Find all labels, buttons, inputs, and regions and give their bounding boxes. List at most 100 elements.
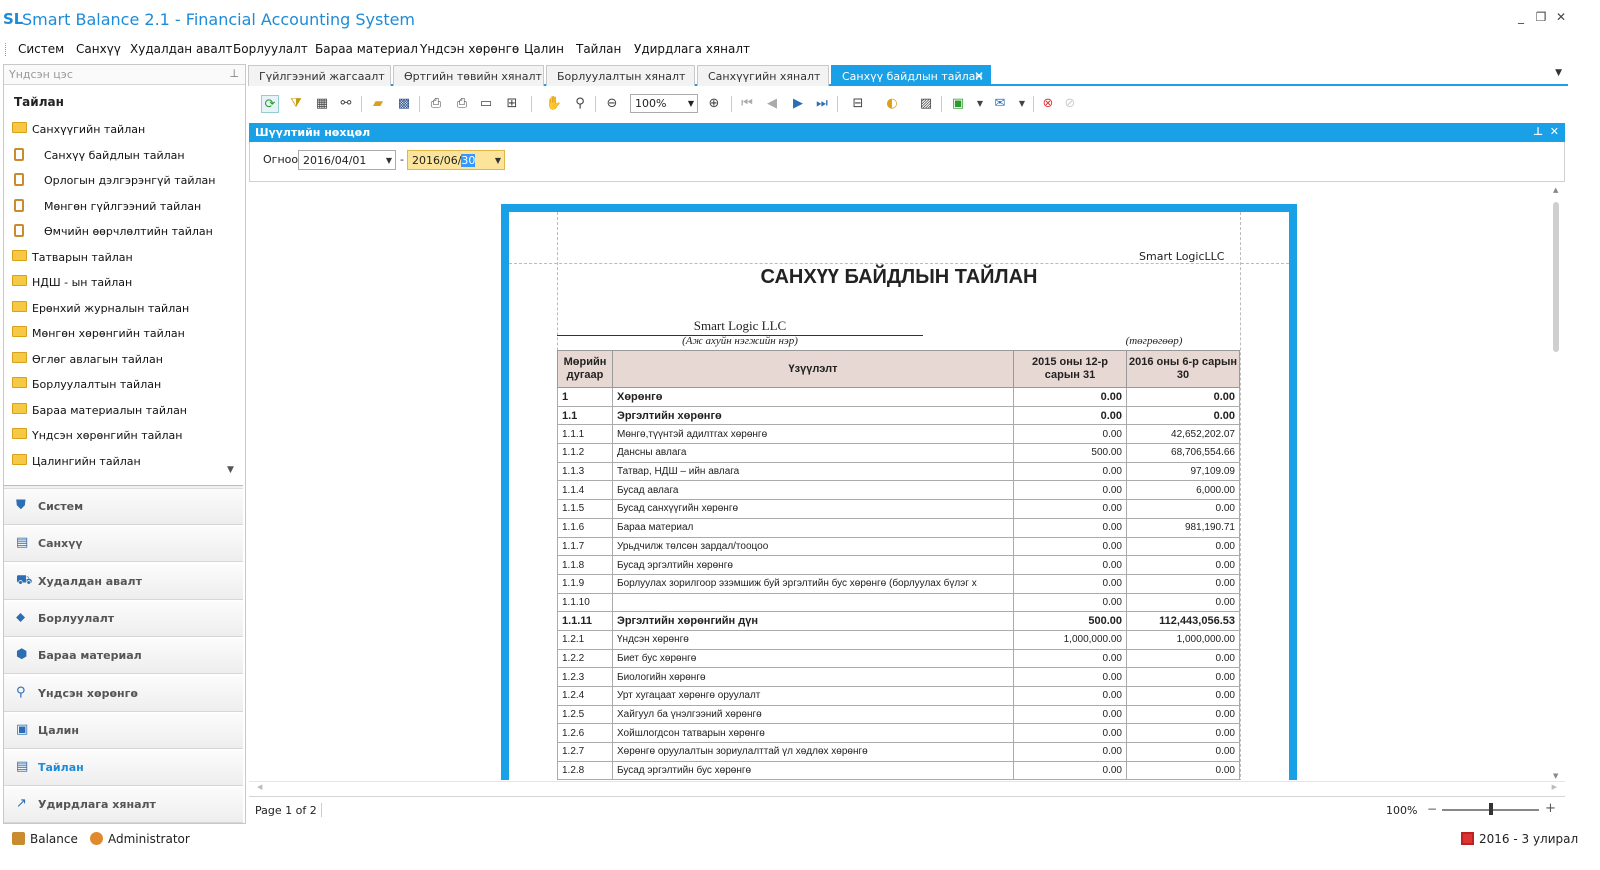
scale-icon[interactable]: ⊞: [503, 95, 521, 113]
tree-item[interactable]: Цалингийн тайлан: [4, 451, 243, 473]
scroll-up-icon[interactable]: ▲: [1553, 186, 1558, 194]
scroll-down-icon[interactable]: ▼: [1553, 772, 1558, 780]
date-separator: -: [400, 153, 404, 166]
folder-icon: [12, 402, 27, 414]
app-title: Smart Balance 2.1 - Financial Accounting…: [22, 10, 416, 29]
page-setup-icon[interactable]: ▭: [477, 95, 495, 113]
hand-tool-icon[interactable]: ✋: [545, 95, 563, 113]
row-number-cell: 1.2.8: [557, 760, 613, 780]
tree-item[interactable]: Өмчийн өөрчлөлтийн тайлан: [4, 221, 243, 243]
tree-item[interactable]: Үндсэн хөрөнгийн тайлан: [4, 425, 243, 447]
open-icon[interactable]: ▰: [369, 95, 387, 113]
tree-item[interactable]: НДШ - ын тайлан: [4, 272, 243, 294]
tab[interactable]: Өртгийн төвийн хяналт: [393, 65, 544, 86]
filter-icon[interactable]: ⧩: [287, 95, 305, 113]
first-page-icon[interactable]: ⏮: [738, 95, 756, 113]
indicator-cell: Борлуулах зорилгоор эзэмшиж буй эргэлтий…: [612, 573, 1014, 594]
tree-item[interactable]: Борлуулалтын тайлан: [4, 374, 243, 396]
refresh-icon[interactable]: ⟳: [261, 95, 279, 113]
export-icon[interactable]: ▣: [949, 95, 967, 113]
nav-button[interactable]: ▤ Тайлан: [4, 750, 243, 787]
tree-item[interactable]: Татварын тайлан: [4, 247, 243, 269]
menu-purchase[interactable]: Худалдан авалт: [130, 42, 232, 56]
tab[interactable]: Санхүү байдлын тайлан ✕: [831, 65, 991, 86]
pin-icon[interactable]: ⊥: [1533, 125, 1543, 138]
tree-item[interactable]: Мөнгөн гүйлгээний тайлан: [4, 196, 243, 218]
menu-inventory[interactable]: Бараа материал: [315, 42, 418, 56]
tree-item[interactable]: Орлогын дэлгэрэнгүй тайлан: [4, 170, 243, 192]
tree-item[interactable]: Мөнгөн хөрөнгийн тайлан: [4, 323, 243, 345]
tree-item[interactable]: Бараа материалын тайлан: [4, 400, 243, 422]
tree-item[interactable]: Санхүүгийн тайлан: [4, 119, 243, 141]
scroll-thumb[interactable]: [1553, 202, 1559, 352]
stop-icon[interactable]: ⊘: [1061, 95, 1079, 113]
zoom-select[interactable]: 100% ▼: [630, 94, 698, 113]
save-icon[interactable]: ▩: [395, 95, 413, 113]
watermark-icon[interactable]: ▨: [917, 95, 935, 113]
zoom-out-button[interactable]: −: [1427, 802, 1437, 816]
close-tab-icon[interactable]: ✕: [974, 69, 984, 83]
status-period[interactable]: 2016 - 3 улирал: [1479, 832, 1578, 846]
vertical-scrollbar[interactable]: ▲ ▼: [1550, 186, 1563, 780]
tree-item[interactable]: Ерөнхий журналын тайлан: [4, 298, 243, 320]
find-icon[interactable]: ⚯: [337, 95, 355, 113]
tab-list-dropdown-icon[interactable]: ▼: [1555, 68, 1562, 78]
tree-scroll-down-icon[interactable]: ▼: [227, 465, 234, 475]
tab[interactable]: Гүйлгээний жагсаалт: [248, 65, 391, 86]
scroll-left-icon[interactable]: ◀: [257, 783, 262, 791]
nav-button[interactable]: ⬥ Борлуулалт: [4, 600, 243, 637]
restore-button[interactable]: ❐: [1534, 10, 1548, 24]
send-email-icon[interactable]: ✉: [991, 95, 1009, 113]
nav-button[interactable]: ▣ Цалин: [4, 712, 243, 749]
menu-management[interactable]: Удирдлага хяналт: [634, 42, 750, 56]
print-icon[interactable]: ⎙: [427, 95, 445, 113]
email-dropdown-icon[interactable]: ▼: [1013, 95, 1031, 113]
close-preview-icon[interactable]: ⊗: [1039, 95, 1057, 113]
period-2-value-cell: 97,109.09: [1126, 461, 1240, 482]
zoom-out-icon[interactable]: ⊖: [603, 95, 621, 113]
tab[interactable]: Санхүүгийн хяналт: [697, 65, 829, 86]
menu-finance[interactable]: Санхүү: [76, 42, 121, 56]
menu-reports[interactable]: Тайлан: [576, 42, 621, 56]
export-dropdown-icon[interactable]: ▼: [971, 95, 989, 113]
close-button[interactable]: ✕: [1554, 10, 1568, 24]
minimize-button[interactable]: _: [1514, 10, 1528, 24]
table-row: 1.2.8 Бусад эргэлтийн бус хөрөнгө 0.00 0.00: [557, 760, 1240, 780]
nav-button[interactable]: ⛟ Худалдан авалт: [4, 563, 243, 600]
nav-button[interactable]: ▤ Санхүү: [4, 526, 243, 563]
nav-button[interactable]: ↗ Удирдлага хяналт: [4, 787, 243, 824]
table-header-row: Мөрийн дугаар Үзүүлэлт 2015 оны 12-р сар…: [557, 350, 1240, 388]
row-number-cell: 1.1.11: [557, 611, 613, 631]
menu-sales[interactable]: Борлуулалт: [233, 42, 308, 56]
menu-payroll[interactable]: Цалин: [524, 42, 564, 56]
nav-button[interactable]: ⚲ Үндсэн хөрөнгө: [4, 675, 243, 712]
date-to-input[interactable]: 2016/06/30 ▼: [407, 150, 505, 170]
pin-icon[interactable]: ⊥: [229, 67, 239, 80]
nav-button[interactable]: ⛊ Систем: [4, 489, 243, 525]
previous-page-icon[interactable]: ◀: [763, 95, 781, 113]
main-menu-search[interactable]: Үндсэн цэс ⊥: [4, 65, 245, 85]
close-icon[interactable]: ✕: [1550, 125, 1559, 138]
multiple-pages-icon[interactable]: ⊟: [849, 95, 867, 113]
parameters-icon[interactable]: ▦: [313, 95, 331, 113]
scroll-right-icon[interactable]: ▶: [1552, 783, 1557, 791]
tree-item[interactable]: Өглөг авлагын тайлан: [4, 349, 243, 371]
nav-button[interactable]: ⬢ Бараа материал: [4, 638, 243, 675]
next-page-icon[interactable]: ▶: [789, 95, 807, 113]
menu-system[interactable]: Систем: [18, 42, 64, 56]
menu-fixed-assets[interactable]: Үндсэн хөрөнгө: [420, 42, 519, 56]
tab[interactable]: Борлуулалтын хяналт: [546, 65, 695, 86]
horizontal-scrollbar[interactable]: ◀ ▶: [249, 781, 1565, 795]
row-number-cell: 1.1.1: [557, 424, 613, 445]
zoom-slider-thumb[interactable]: [1488, 803, 1493, 815]
zoom-in-icon[interactable]: ⊕: [705, 95, 723, 113]
tree-item[interactable]: Санхүү байдлын тайлан: [4, 145, 243, 167]
last-page-icon[interactable]: ⏭: [813, 95, 831, 113]
report-preview[interactable]: Smart LogicLLC САНХҮҮ БАЙДЛЫН ТАЙЛАН Sma…: [249, 184, 1565, 780]
nav-button-label: Тайлан: [38, 761, 84, 775]
background-color-icon[interactable]: ◐: [883, 95, 901, 113]
quick-print-icon[interactable]: ⎙: [453, 95, 471, 113]
zoom-in-button[interactable]: +: [1545, 801, 1556, 816]
magnifier-icon[interactable]: ⚲: [571, 95, 589, 113]
date-from-input[interactable]: 2016/04/01 ▼: [298, 150, 396, 170]
